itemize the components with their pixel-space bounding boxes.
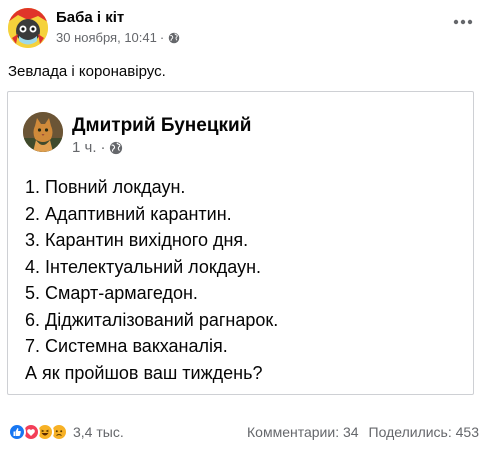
post-header: Баба і кіт 30 ноября, 10:41 ·	[8, 8, 479, 52]
meta-separator: ·	[159, 30, 165, 45]
meta-separator: ·	[100, 139, 106, 156]
reactions-summary[interactable]	[8, 423, 68, 441]
globe-icon	[168, 32, 180, 44]
post-text: Зевлада і коронавірус.	[8, 63, 166, 80]
globe-icon	[109, 141, 122, 155]
more-options-button[interactable]	[451, 10, 475, 34]
author-avatar-image	[23, 112, 63, 152]
post-timestamp[interactable]: 30 ноября, 10:41	[56, 30, 157, 46]
list-item: 6. Діджиталізований рагнарок.	[25, 309, 279, 330]
list-item: 1. Повний локдаун.	[25, 177, 186, 197]
list-item: 2. Адаптивний карантин.	[25, 203, 232, 224]
shared-post-card[interactable]: Дмитрий Бунецкий 1 ч. · 1. Повний локдау…	[7, 91, 474, 395]
list-item: 7. Системна вакханалія.	[25, 336, 228, 356]
shared-post-text: 1. Повний локдаун. 2. Адаптивний каранти…	[25, 174, 278, 386]
author-meta: 1 ч. ·	[72, 139, 251, 157]
post-footer: 3,4 тыс. Комментарии: 34 Поделились: 453	[8, 420, 479, 444]
author-name[interactable]: Дмитрий Бунецкий	[72, 115, 251, 137]
shares-count[interactable]: Поделились: 453	[369, 424, 479, 440]
shared-post-header: Дмитрий Бунецкий 1 ч. ·	[23, 112, 251, 157]
page-name[interactable]: Баба і кіт	[56, 9, 180, 27]
comments-count[interactable]: Комментарии: 34	[247, 424, 359, 440]
page-avatar[interactable]	[8, 8, 48, 48]
list-item: А як пройшов ваш тиждень?	[25, 362, 263, 383]
reaction-count[interactable]: 3,4 тыс.	[73, 424, 124, 440]
list-item: 4. Інтелектуальний локдаун.	[25, 256, 262, 277]
like-icon	[8, 423, 26, 441]
list-item: 3. Карантин вихідного дня.	[25, 230, 249, 250]
page-avatar-image	[8, 8, 48, 48]
author-avatar[interactable]	[23, 112, 63, 152]
shared-post-time[interactable]: 1 ч.	[72, 139, 97, 157]
post-meta: 30 ноября, 10:41 ·	[56, 30, 180, 46]
more-dots-icon	[453, 19, 473, 25]
list-item: 5. Смарт-армагедон.	[25, 283, 198, 303]
